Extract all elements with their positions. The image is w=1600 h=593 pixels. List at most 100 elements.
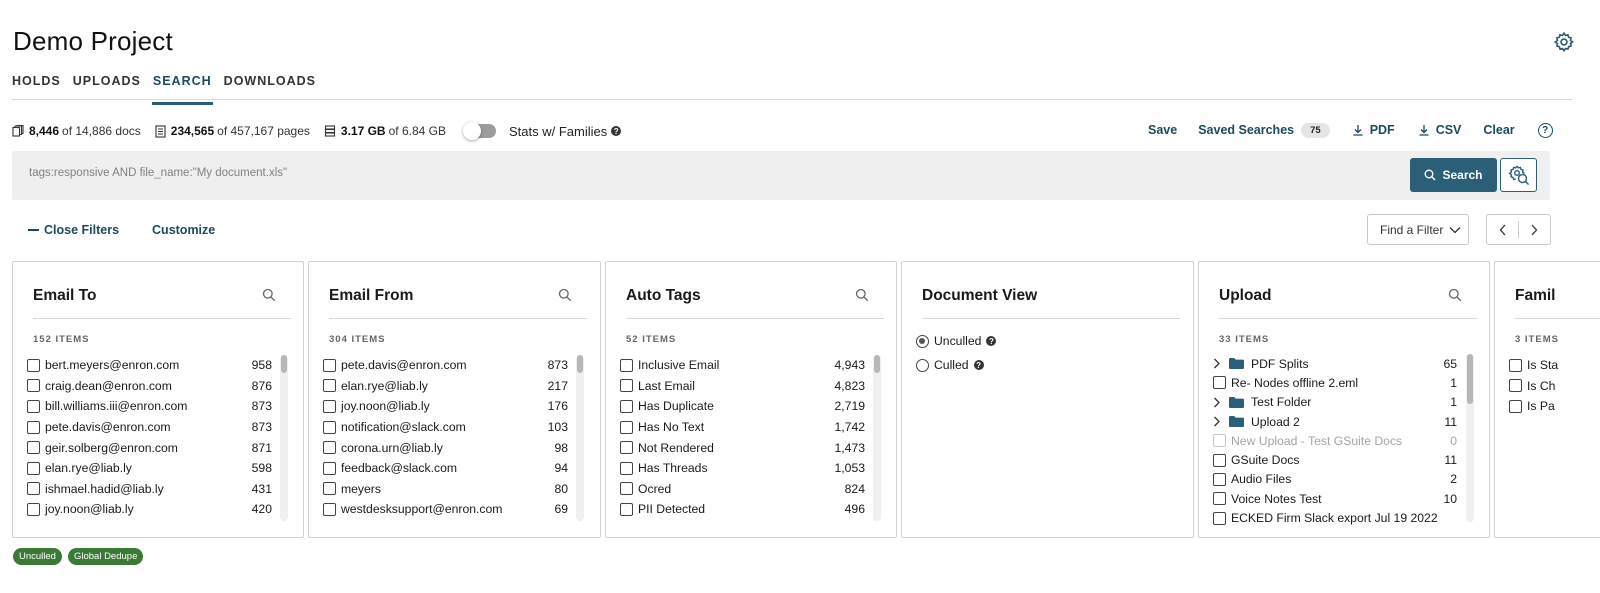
previous-page-button[interactable] <box>1487 215 1518 244</box>
checkbox[interactable] <box>323 379 336 393</box>
scrollbar[interactable] <box>280 355 288 521</box>
list-item[interactable]: Ocred 824 <box>620 479 865 500</box>
close-filters-button[interactable]: Close Filters <box>28 223 119 237</box>
scrollbar-thumb[interactable] <box>1467 354 1473 404</box>
checkbox[interactable] <box>323 399 336 413</box>
search-icon[interactable] <box>558 288 572 302</box>
tab-holds[interactable]: HOLDS <box>12 74 61 100</box>
checkbox[interactable] <box>27 399 40 413</box>
tree-folder[interactable]: Test Folder 1 <box>1213 393 1457 412</box>
scrollbar[interactable] <box>873 355 881 521</box>
checkbox[interactable] <box>27 502 40 516</box>
list-item[interactable]: Has Duplicate 2,719 <box>620 396 865 417</box>
checkbox[interactable] <box>1509 358 1522 372</box>
checkbox[interactable] <box>620 461 633 475</box>
checkbox[interactable] <box>323 358 336 372</box>
tree-folder[interactable]: PDF Splits 65 <box>1213 354 1457 373</box>
list-item[interactable]: Voice Notes Test 10 <box>1213 489 1457 508</box>
gear-icon[interactable] <box>1553 31 1575 53</box>
list-item[interactable]: Not Rendered 1,473 <box>620 437 865 458</box>
list-item[interactable]: Has No Text 1,742 <box>620 417 865 438</box>
tab-uploads[interactable]: UPLOADS <box>73 74 141 100</box>
list-item[interactable]: feedback@slack.com 94 <box>323 458 568 479</box>
checkbox[interactable] <box>620 441 633 455</box>
checkbox[interactable] <box>27 482 40 496</box>
checkbox[interactable] <box>1509 399 1522 413</box>
list-item[interactable]: pete.davis@enron.com 873 <box>27 417 272 438</box>
list-item[interactable]: Is Sta <box>1509 355 1599 376</box>
radio-button[interactable] <box>916 334 929 348</box>
saved-searches-button[interactable]: Saved Searches 75 <box>1198 122 1330 138</box>
info-icon[interactable]: ? <box>973 360 984 370</box>
checkbox[interactable] <box>323 461 336 475</box>
find-filter-dropdown[interactable]: Find a Filter <box>1367 214 1469 245</box>
save-button[interactable]: Save <box>1148 123 1177 137</box>
chevron-right-icon[interactable] <box>1213 397 1225 408</box>
list-item[interactable]: bill.williams.iii@enron.com 873 <box>27 396 272 417</box>
scrollbar-thumb[interactable] <box>281 355 287 373</box>
checkbox[interactable] <box>323 502 336 516</box>
checkbox[interactable] <box>620 502 633 516</box>
radio-option-unculled[interactable]: Unculled ? <box>916 329 1156 353</box>
csv-download-button[interactable]: CSV <box>1418 123 1461 137</box>
search-icon[interactable] <box>1448 288 1462 302</box>
list-item[interactable]: GSuite Docs 11 <box>1213 450 1457 469</box>
list-item[interactable]: Is Pa <box>1509 396 1599 417</box>
checkbox[interactable] <box>620 420 633 434</box>
filter-chip-unculled[interactable]: Unculled <box>13 548 62 565</box>
list-item[interactable]: Is Ch <box>1509 376 1599 397</box>
families-toggle[interactable] <box>462 122 496 140</box>
list-item[interactable]: elan.rye@liab.ly 598 <box>27 458 272 479</box>
checkbox[interactable] <box>1213 453 1226 467</box>
list-item[interactable]: craig.dean@enron.com 876 <box>27 376 272 397</box>
pdf-download-button[interactable]: PDF <box>1352 123 1395 137</box>
customize-button[interactable]: Customize <box>152 223 215 237</box>
list-item[interactable]: PII Detected 496 <box>620 499 865 520</box>
checkbox[interactable] <box>1213 511 1226 525</box>
scrollbar-thumb[interactable] <box>874 355 880 373</box>
list-item[interactable]: elan.rye@liab.ly 217 <box>323 376 568 397</box>
tree-folder[interactable]: Upload 2 11 <box>1213 412 1457 431</box>
chevron-right-icon[interactable] <box>1213 416 1225 427</box>
list-item[interactable]: notification@slack.com 103 <box>323 417 568 438</box>
search-icon[interactable] <box>855 288 869 302</box>
checkbox[interactable] <box>27 461 40 475</box>
checkbox[interactable] <box>620 399 633 413</box>
list-item[interactable]: Re- Nodes offline 2.eml 1 <box>1213 373 1457 392</box>
checkbox[interactable] <box>1509 379 1522 393</box>
list-item[interactable]: joy.noon@liab.ly 420 <box>27 499 272 520</box>
help-icon[interactable]: ? <box>1537 122 1553 138</box>
search-icon[interactable] <box>262 288 276 302</box>
list-item[interactable]: geir.solberg@enron.com 871 <box>27 437 272 458</box>
advanced-search-button[interactable] <box>1500 158 1537 192</box>
scrollbar[interactable] <box>576 355 584 521</box>
scrollbar[interactable] <box>1466 354 1474 522</box>
checkbox[interactable] <box>1213 376 1226 390</box>
checkbox[interactable] <box>323 482 336 496</box>
list-item[interactable]: corona.urn@liab.ly 98 <box>323 437 568 458</box>
next-page-button[interactable] <box>1519 215 1550 244</box>
list-item[interactable]: ishmael.hadid@liab.ly 431 <box>27 479 272 500</box>
checkbox[interactable] <box>620 358 633 372</box>
list-item[interactable]: ECKED Firm Slack export Jul 19 2022 <box>1213 508 1457 527</box>
checkbox[interactable] <box>620 482 633 496</box>
info-icon[interactable]: ? <box>611 126 622 136</box>
search-input[interactable] <box>29 167 1329 179</box>
list-item[interactable]: Has Threads 1,053 <box>620 458 865 479</box>
list-item[interactable]: westdesksupport@enron.com 69 <box>323 499 568 520</box>
filter-chip-global-dedupe[interactable]: Global Dedupe <box>67 548 144 565</box>
radio-option-culled[interactable]: Culled ? <box>916 353 1156 377</box>
tab-downloads[interactable]: DOWNLOADS <box>224 74 316 100</box>
info-icon[interactable]: ? <box>986 336 997 346</box>
checkbox[interactable] <box>620 379 633 393</box>
scrollbar-thumb[interactable] <box>577 355 583 373</box>
list-item[interactable]: Inclusive Email 4,943 <box>620 355 865 376</box>
checkbox[interactable] <box>323 441 336 455</box>
list-item[interactable]: bert.meyers@enron.com 958 <box>27 355 272 376</box>
list-item[interactable]: Audio Files 2 <box>1213 470 1457 489</box>
checkbox[interactable] <box>1213 492 1226 506</box>
checkbox[interactable] <box>27 358 40 372</box>
list-item[interactable]: pete.davis@enron.com 873 <box>323 355 568 376</box>
radio-button[interactable] <box>916 358 929 372</box>
checkbox[interactable] <box>27 441 40 455</box>
